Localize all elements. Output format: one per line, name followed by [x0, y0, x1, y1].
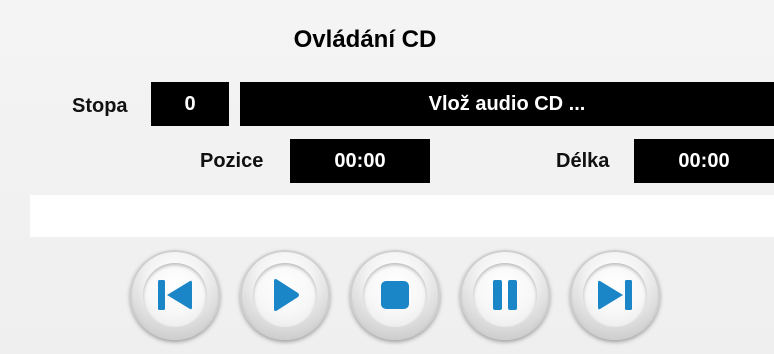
skip-next-icon: [596, 278, 634, 312]
stop-icon: [379, 279, 411, 311]
play-button[interactable]: [240, 250, 330, 340]
length-display: 00:00: [634, 139, 774, 183]
panel-title: Ovládání CD: [293, 26, 437, 53]
length-label: Délka: [556, 150, 610, 172]
skip-previous-icon: [156, 278, 194, 312]
position-label: Pozice: [200, 150, 264, 172]
next-track-button[interactable]: [570, 250, 660, 340]
progress-bar[interactable]: [30, 195, 774, 237]
pause-button[interactable]: [460, 250, 550, 340]
position-display: 00:00: [290, 139, 430, 183]
track-number-display: 0: [151, 82, 229, 126]
cd-status-display: Vlož audio CD ...: [240, 82, 774, 126]
pause-icon: [490, 278, 520, 312]
track-label: Stopa: [72, 95, 128, 117]
play-icon: [268, 277, 302, 313]
previous-track-button[interactable]: [130, 250, 220, 340]
cd-control-panel: Ovládání CD Stopa 0 Vlož audio CD ... Po…: [0, 0, 774, 354]
stop-button[interactable]: [350, 250, 440, 340]
